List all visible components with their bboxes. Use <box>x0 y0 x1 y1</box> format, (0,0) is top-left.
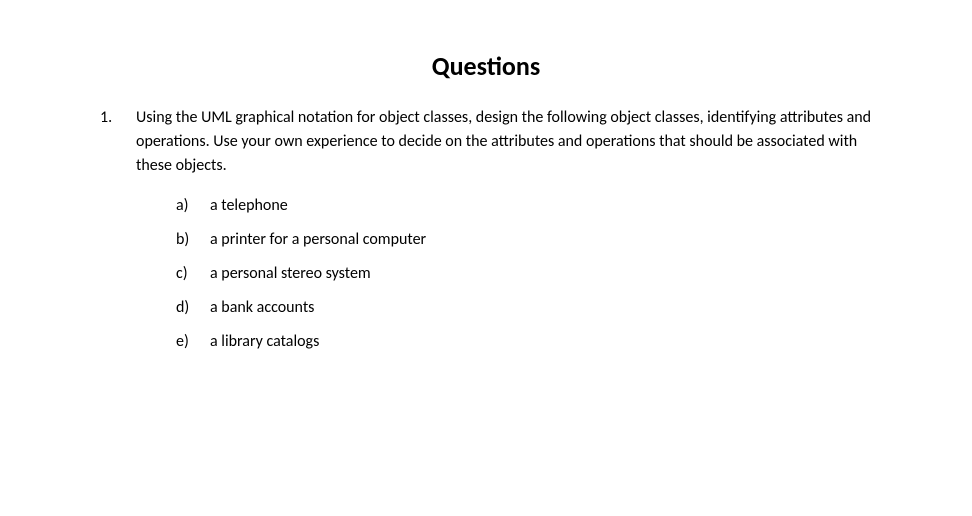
list-item: e) a library catalogs <box>176 330 872 354</box>
sub-letter: a) <box>176 194 210 218</box>
sub-text: a telephone <box>210 194 872 218</box>
sub-list: a) a telephone b) a printer for a person… <box>136 194 872 354</box>
sub-text: a personal stereo system <box>210 262 872 286</box>
sub-letter: d) <box>176 296 210 320</box>
list-item: c) a personal stereo system <box>176 262 872 286</box>
sub-text: a printer for a personal computer <box>210 228 872 252</box>
sub-letter: c) <box>176 262 210 286</box>
list-item: a) a telephone <box>176 194 872 218</box>
question-prompt: Using the UML graphical notation for obj… <box>136 106 872 178</box>
sub-letter: b) <box>176 228 210 252</box>
question-number: 1. <box>100 106 136 364</box>
page-title: Questions <box>100 50 872 82</box>
sub-letter: e) <box>176 330 210 354</box>
question-body: Using the UML graphical notation for obj… <box>136 106 872 364</box>
list-item: b) a printer for a personal computer <box>176 228 872 252</box>
question-item: 1. Using the UML graphical notation for … <box>100 106 872 364</box>
sub-text: a library catalogs <box>210 330 872 354</box>
list-item: d) a bank accounts <box>176 296 872 320</box>
sub-text: a bank accounts <box>210 296 872 320</box>
